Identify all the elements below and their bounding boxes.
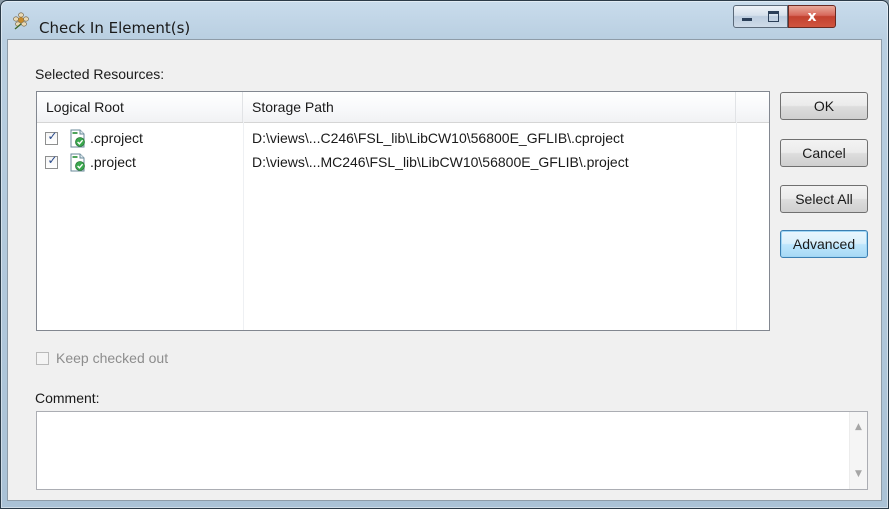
dialog-client-area: Selected Resources: Logical Root Storage… — [7, 39, 882, 501]
minimize-icon — [742, 18, 752, 21]
maximize-button[interactable] — [760, 5, 788, 28]
close-button[interactable]: x — [788, 5, 836, 28]
advanced-button[interactable]: Advanced — [780, 230, 868, 258]
column-header-logical-root[interactable]: Logical Root — [37, 92, 243, 122]
cancel-button[interactable]: Cancel — [780, 139, 868, 167]
scroll-up-icon[interactable]: ▲ — [850, 422, 867, 432]
keep-checked-out-label: Keep checked out — [56, 350, 169, 366]
table-row[interactable]: ✓ .project D:\views\...MC246\FSL_lib\Lib… — [37, 153, 769, 175]
selected-resources-label: Selected Resources: — [35, 66, 165, 82]
resources-table[interactable]: Logical Root Storage Path ✓ .cproject D:… — [36, 91, 770, 331]
select-all-button[interactable]: Select All — [780, 185, 868, 213]
column-header-filler — [736, 92, 769, 122]
row-checkbox[interactable]: ✓ — [45, 153, 58, 169]
table-row[interactable]: ✓ .cproject D:\views\...C246\FSL_lib\Lib… — [37, 129, 769, 151]
minimize-button[interactable] — [733, 5, 761, 28]
checked-out-file-icon — [70, 129, 85, 148]
dialog-window: Check In Element(s) x Selected Resources… — [0, 0, 889, 509]
comment-textarea[interactable]: ▲ ▼ — [36, 411, 868, 490]
row-storage-path: D:\views\...C246\FSL_lib\LibCW10\56800E_… — [252, 130, 624, 146]
row-checkbox[interactable]: ✓ — [45, 129, 58, 145]
row-logical-root: .cproject — [90, 130, 143, 146]
maximize-icon — [768, 11, 779, 22]
comment-label: Comment: — [35, 390, 100, 406]
row-logical-root: .project — [90, 154, 136, 170]
column-header-storage-path[interactable]: Storage Path — [243, 92, 736, 122]
ok-button[interactable]: OK — [780, 92, 868, 120]
title-bar[interactable]: Check In Element(s) x — [1, 1, 888, 41]
scroll-down-icon[interactable]: ▼ — [850, 469, 867, 479]
comment-text[interactable] — [41, 415, 845, 486]
flower-icon — [13, 12, 29, 30]
window-title: Check In Element(s) — [39, 19, 191, 37]
checked-out-file-icon — [70, 153, 85, 172]
table-header: Logical Root Storage Path — [37, 92, 769, 123]
row-storage-path: D:\views\...MC246\FSL_lib\LibCW10\56800E… — [252, 154, 629, 170]
close-icon: x — [807, 8, 817, 25]
keep-checked-out-checkbox — [36, 352, 49, 365]
comment-scrollbar[interactable]: ▲ ▼ — [849, 412, 867, 489]
